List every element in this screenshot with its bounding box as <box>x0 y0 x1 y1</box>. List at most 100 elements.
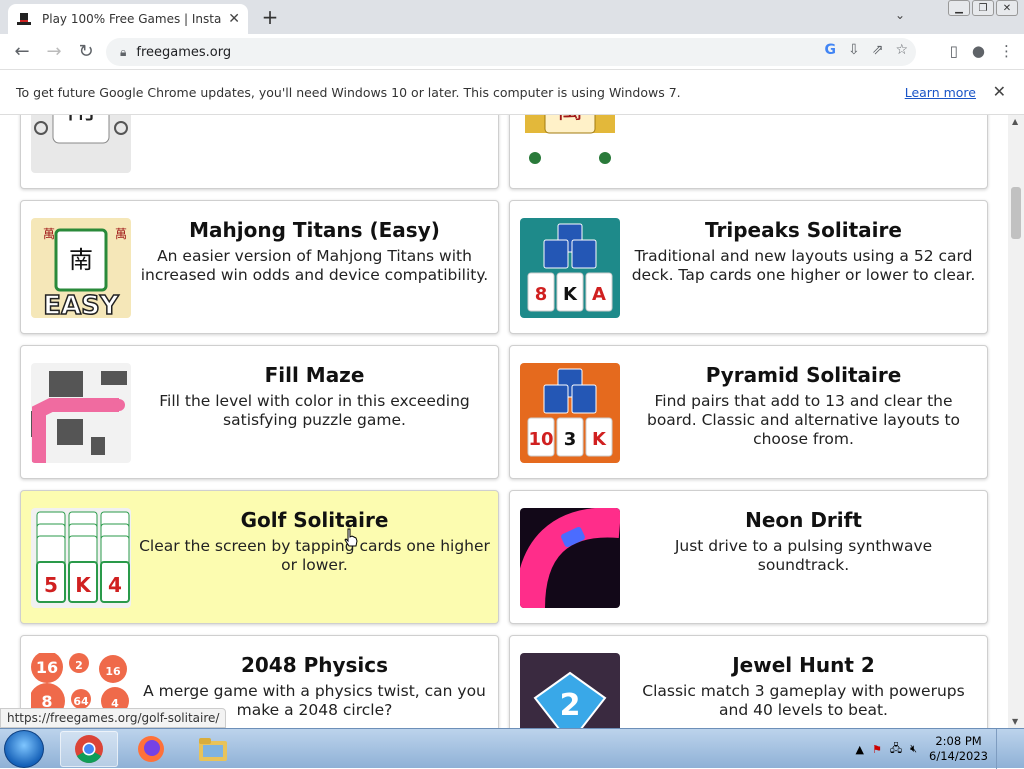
scrollbar-thumb[interactable] <box>1011 187 1021 239</box>
install-icon[interactable]: ⇩ <box>848 42 860 58</box>
game-title[interactable]: Pyramid Solitaire <box>628 363 979 387</box>
action-center-flag-icon[interactable]: ⚑ <box>872 743 882 756</box>
volume-muted-icon[interactable]: 🔇︎ <box>910 742 917 756</box>
pyramid-cards-icon[interactable]: 10 3 K <box>520 363 620 463</box>
share-icon[interactable]: ⇗ <box>872 42 884 58</box>
window-controls: ▁ ❐ ✕ <box>948 0 1018 16</box>
infobar-message: To get future Google Chrome updates, you… <box>16 85 681 100</box>
clock[interactable]: 2:08 PM 6/14/2023 <box>929 734 988 764</box>
address-bar[interactable]: 🔒︎ freegames.org G ⇩ ⇗ ☆ <box>106 38 916 66</box>
google-g-icon[interactable]: G <box>824 42 836 58</box>
windows-taskbar: ▲ ⚑ 🖧︎ 🔇︎ 2:08 PM 6/14/2023 <box>0 728 1024 769</box>
browser-tab[interactable]: Play 100% Free Games | Instant & ✕ <box>8 4 248 34</box>
clock-date: 6/14/2023 <box>929 749 988 763</box>
menu-kebab-icon[interactable]: ⋮ <box>999 42 1014 60</box>
svg-text:4: 4 <box>108 573 122 597</box>
game-description: An easier version of Mahjong Titans with… <box>140 247 489 284</box>
mahjong-tower-icon[interactable]: 萬 <box>520 115 620 173</box>
tab-search-chevron-icon[interactable]: ⌄ <box>895 8 905 22</box>
game-card[interactable]: 南萬萬 EASY Mahjong Titans (Easy) An easier ve… <box>20 200 499 334</box>
game-title[interactable]: Neon Drift <box>628 508 979 532</box>
tray-expand-icon[interactable]: ▲ <box>855 743 863 756</box>
game-card[interactable]: 10 3 K Pyramid Solitaire Find pairs that add… <box>509 345 988 479</box>
tab-close-icon[interactable]: ✕ <box>228 11 240 27</box>
url-text: freegames.org <box>136 44 232 60</box>
jewel-diamond-icon[interactable]: 2 <box>520 653 620 728</box>
svg-text:EASY: EASY <box>43 291 120 318</box>
svg-text:南: 南 <box>66 115 96 126</box>
game-card[interactable]: 南classic gameplay with no-treat clear th… <box>20 115 499 189</box>
learn-more-link[interactable]: Learn more <box>905 85 976 100</box>
mahjong-easy-icon[interactable]: 南萬萬 EASY <box>31 218 131 318</box>
scroll-down-arrow-icon[interactable]: ▼ <box>1012 717 1018 726</box>
svg-text:2: 2 <box>560 688 581 723</box>
game-description: Fill the level with color in this exceed… <box>159 392 470 429</box>
folder-icon <box>199 738 227 761</box>
game-description: Classic match 3 gameplay with powerups a… <box>642 682 965 719</box>
game-card[interactable]: Neon Drift Just drive to a pulsing synthw… <box>509 490 988 624</box>
reload-icon[interactable]: ↻ <box>70 36 102 68</box>
taskbar-firefox[interactable] <box>122 731 180 767</box>
new-tab-button[interactable]: + <box>258 5 282 29</box>
game-description: Just drive to a pulsing synthwave soundt… <box>674 537 933 574</box>
tripeaks-cards-icon[interactable]: 8KA <box>520 218 620 318</box>
game-card[interactable]: Fill Maze Fill the level with color in th… <box>20 345 499 479</box>
svg-text:8: 8 <box>535 284 548 305</box>
svg-text:K: K <box>563 284 578 305</box>
neon-drift-icon[interactable] <box>520 508 620 608</box>
game-card[interactable]: 8 K A Tripeaks Solitaire Traditional and new… <box>509 200 988 334</box>
game-description: Clear the screen by tapping cards one hi… <box>139 537 490 574</box>
svg-text:南: 南 <box>69 246 93 274</box>
show-desktop-button[interactable] <box>996 729 1010 769</box>
game-title[interactable]: Fill Maze <box>139 363 490 387</box>
hand-cursor-icon <box>344 528 358 547</box>
svg-text:萬: 萬 <box>115 227 127 241</box>
game-card[interactable]: 5 K 4 Golf Solitaire Clear the screen by tap… <box>20 490 499 624</box>
restore-button[interactable]: ❐ <box>972 0 994 16</box>
status-url-bubble: https://freegames.org/golf-solitaire/ <box>0 708 227 728</box>
scroll-up-arrow-icon[interactable]: ▲ <box>1012 117 1018 126</box>
start-button[interactable] <box>4 730 44 768</box>
svg-text:A: A <box>592 284 606 305</box>
game-title[interactable]: Golf Solitaire <box>139 508 490 532</box>
svg-text:5: 5 <box>44 573 58 597</box>
vertical-scrollbar[interactable]: ▲ ▼ <box>1008 115 1024 728</box>
forward-arrow-icon[interactable]: → <box>38 36 70 68</box>
profile-avatar-icon[interactable]: ● <box>972 42 985 60</box>
taskbar-chrome[interactable] <box>60 731 118 767</box>
game-title[interactable]: Mahjong Titans (Easy) <box>139 218 490 242</box>
mahjong-tile-icon[interactable]: 南 <box>31 115 131 173</box>
svg-text:10: 10 <box>528 429 553 450</box>
clock-time: 2:08 PM <box>935 734 982 748</box>
svg-text:2: 2 <box>75 659 83 672</box>
infobar-close-icon[interactable]: ✕ <box>993 82 1006 101</box>
system-tray: ▲ ⚑ 🖧︎ 🔇︎ 2:08 PM 6/14/2023 <box>855 729 1024 769</box>
game-description: Find pairs that add to 13 and clear the … <box>646 392 961 448</box>
top-hat-favicon-icon <box>16 11 32 27</box>
svg-text:16: 16 <box>36 658 58 677</box>
taskbar-explorer[interactable] <box>184 731 242 767</box>
close-window-button[interactable]: ✕ <box>996 0 1018 16</box>
page-viewport: 南classic gameplay with no-treat clear th… <box>0 115 1008 728</box>
update-infobar: To get future Google Chrome updates, you… <box>0 71 1024 115</box>
minimize-button[interactable]: ▁ <box>948 0 970 16</box>
back-arrow-icon[interactable]: ← <box>6 36 38 68</box>
firefox-icon <box>138 736 164 762</box>
game-card[interactable]: 2 Jewel Hunt 2 Classic match 3 gameplay wi… <box>509 635 988 728</box>
side-panel-icon[interactable]: ▯ <box>950 42 958 60</box>
svg-text:64: 64 <box>73 695 89 708</box>
tab-title: Play 100% Free Games | Instant & <box>42 12 222 26</box>
network-icon[interactable]: 🖧︎ <box>890 740 902 759</box>
golf-cards-icon[interactable]: 5K4 <box>31 508 131 608</box>
svg-text:K: K <box>592 429 607 450</box>
bookmark-star-icon[interactable]: ☆ <box>895 42 908 58</box>
chrome-icon <box>75 735 103 763</box>
game-title[interactable]: Tripeaks Solitaire <box>628 218 979 242</box>
game-title[interactable]: 2048 Physics <box>139 653 490 677</box>
game-card[interactable]: 萬Play the popular and challenging classi… <box>509 115 988 189</box>
browser-toolbar: ← → ↻ 🔒︎ freegames.org G ⇩ ⇗ ☆ ▯ ● ⋮ <box>0 34 1024 70</box>
svg-text:3: 3 <box>564 429 577 450</box>
game-title[interactable]: Jewel Hunt 2 <box>628 653 979 677</box>
lock-icon: 🔒︎ <box>120 44 127 59</box>
fill-maze-icon[interactable] <box>31 363 131 463</box>
